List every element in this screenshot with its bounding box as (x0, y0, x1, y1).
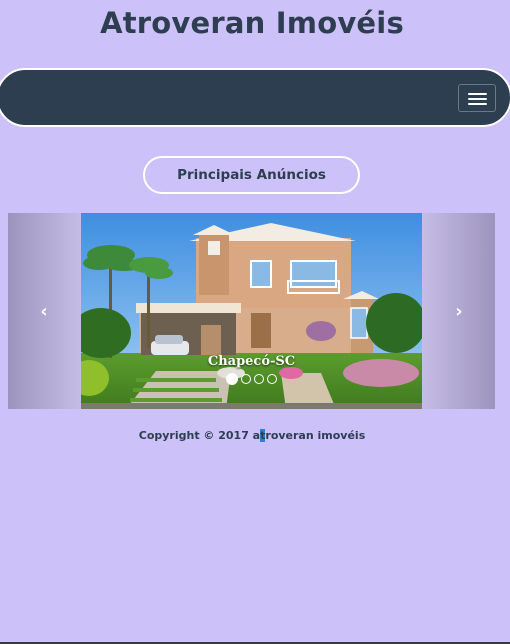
carousel-indicator-3[interactable] (254, 374, 264, 384)
carousel-indicator-1[interactable] (226, 373, 238, 385)
carousel-slide-image: Chapecó-SC (81, 213, 422, 409)
carousel-indicator-2[interactable] (241, 374, 251, 384)
carousel-prev-button[interactable]: ‹ (8, 213, 81, 409)
carousel-indicators (226, 373, 277, 386)
carousel-indicator-4[interactable] (267, 374, 277, 384)
navbar-toggle-button[interactable] (458, 84, 496, 112)
copyright-text-start: Copyright © 2017 a (138, 429, 261, 442)
image-carousel: ‹ Chapecó-SC › (8, 213, 495, 409)
section-title: Principais Anúncios (143, 156, 360, 194)
footer-copyright: Copyright © 2017 atroveran imovéis (0, 429, 504, 442)
carousel-caption: Chapecó-SC (207, 354, 296, 369)
hamburger-menu-icon (468, 93, 487, 95)
chevron-left-icon: ‹ (40, 301, 48, 322)
carousel-next-button[interactable]: › (422, 213, 495, 409)
chevron-right-icon: › (455, 301, 463, 322)
navbar (0, 68, 510, 127)
copyright-text-end: roveran imovéis (265, 429, 366, 442)
site-title: Atroveran Imovéis (100, 6, 404, 40)
